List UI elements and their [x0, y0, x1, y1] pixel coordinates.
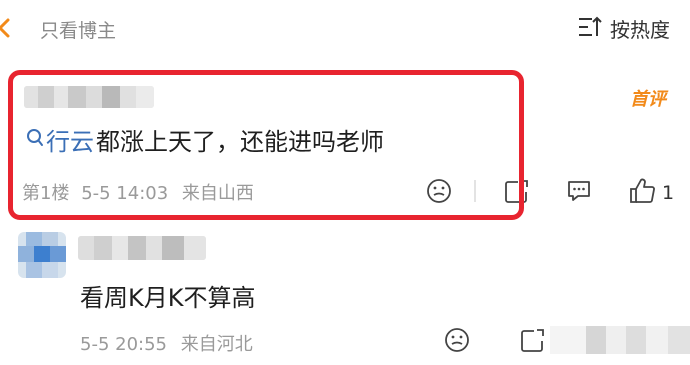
sort-label: 按热度 [610, 18, 670, 42]
avatar-blurred[interactable] [18, 232, 66, 278]
comment-location: 来自河北 [180, 334, 253, 355]
thumbs-up-icon [628, 177, 656, 209]
repost-icon[interactable] [520, 327, 546, 353]
sort-by-hot-button[interactable]: 按热度 [578, 14, 670, 43]
chevron-left-icon[interactable] [0, 16, 10, 40]
emoji-icon[interactable] [444, 327, 470, 353]
watermark-blur [550, 326, 690, 354]
comment-time: 5-5 20:55 [80, 334, 167, 355]
username-blurred[interactable] [78, 236, 206, 260]
like-count: 1 [662, 182, 675, 204]
highlight-box [8, 70, 524, 220]
comment-icon[interactable] [566, 178, 592, 204]
blogger-only-tab[interactable]: 只看博主 [40, 16, 116, 43]
comment-header: 只看博主 按热度 [0, 0, 690, 60]
like-button[interactable]: 1 [628, 177, 674, 209]
sort-icon [578, 15, 604, 43]
comment-text: 看周K月K不算高 [80, 284, 256, 312]
comment-meta: 5-5 20:55 来自河北 [80, 330, 253, 356]
first-comment-badge: 首评 [630, 89, 666, 110]
